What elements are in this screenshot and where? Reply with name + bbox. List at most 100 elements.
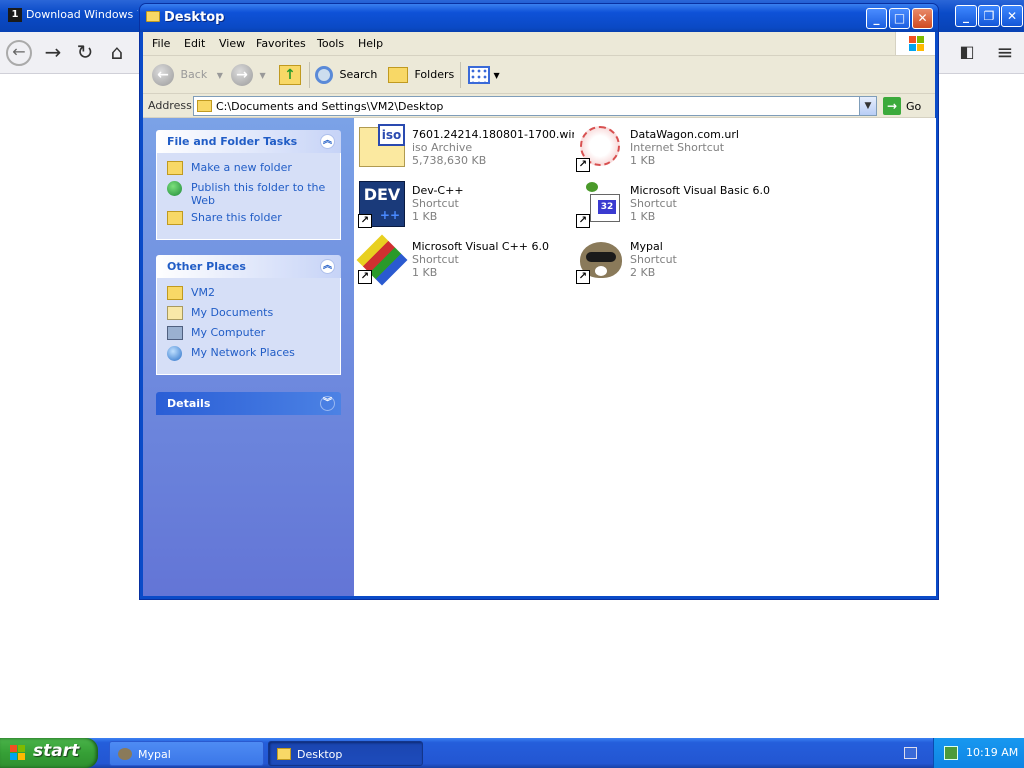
mypal-icon <box>118 748 132 760</box>
file-type: Internet Shortcut <box>630 141 725 154</box>
network-places-icon <box>167 346 182 361</box>
menu-tools[interactable]: Tools <box>317 37 344 50</box>
explorer-titlebar[interactable]: Desktop _ □ ✕ <box>140 4 938 32</box>
file-name: 7601.24214.180801-1700.win... <box>412 128 574 141</box>
menu-file[interactable]: File <box>152 37 170 50</box>
share-folder-icon <box>167 211 183 225</box>
browser-back-button[interactable]: ← <box>6 40 32 66</box>
close-button[interactable]: ✕ <box>912 8 933 29</box>
my-computer-icon <box>167 326 183 340</box>
place-my-computer[interactable]: My Computer <box>167 326 340 346</box>
back-label: Back <box>180 68 208 81</box>
file-size: 2 KB <box>630 266 656 279</box>
file-type: Shortcut <box>630 253 677 266</box>
place-my-network-places[interactable]: My Network Places <box>167 346 340 366</box>
task-share-folder[interactable]: Share this folder <box>167 211 340 231</box>
globe-icon <box>167 181 182 196</box>
details-header[interactable]: Details ︾ <box>156 392 341 415</box>
browser-minimize-button[interactable]: _ <box>955 5 977 27</box>
new-folder-icon <box>167 161 183 175</box>
browser-restore-button[interactable]: ❐ <box>978 5 1000 27</box>
browser-reload-button[interactable]: ↻ <box>72 40 98 66</box>
back-arrow-icon: ← <box>152 64 174 86</box>
taskbar: start Mypal Desktop 10:19 AM <box>0 738 1024 768</box>
file-type: Shortcut <box>630 197 677 210</box>
task-label: Publish this folder to the Web <box>191 181 326 207</box>
expand-chevron-icon[interactable]: ︾ <box>320 396 335 411</box>
minimize-button[interactable]: _ <box>866 8 887 29</box>
address-value: C:\Documents and Settings\VM2\Desktop <box>216 100 444 113</box>
clock[interactable]: 10:19 AM <box>966 746 1018 759</box>
maximize-button[interactable]: □ <box>889 8 910 29</box>
menu-view[interactable]: View <box>219 37 245 50</box>
file-size: 1 KB <box>412 266 438 279</box>
browser-home-button[interactable]: ⌂ <box>104 40 130 66</box>
browser-forward-button[interactable]: → <box>40 40 66 66</box>
back-dropdown-icon[interactable]: ▼ <box>217 71 223 80</box>
browser-tab-title[interactable]: 1 Download Windows 7 T <box>8 8 138 22</box>
menu-bar: File Edit View Favorites Tools Help <box>143 32 935 56</box>
browser-close-button[interactable]: ✕ <box>1001 5 1023 27</box>
folders-button[interactable]: Folders <box>388 63 454 87</box>
go-button[interactable]: → Go <box>883 97 933 115</box>
menu-help[interactable]: Help <box>358 37 383 50</box>
browser-menu-icon[interactable]: ≡ <box>992 40 1018 66</box>
file-item[interactable]: ↗ Microsoft Visual C++ 6.0 Shortcut 1 KB <box>356 234 574 286</box>
views-button[interactable]: ▼ <box>468 63 500 87</box>
place-label: My Documents <box>191 306 274 319</box>
visual-cpp-icon: ↗ <box>356 234 408 286</box>
file-item[interactable]: ↗ Mypal Shortcut 2 KB <box>576 236 792 284</box>
folder-icon <box>167 286 183 300</box>
folder-icon <box>146 11 160 22</box>
sidebar-toggle-icon[interactable]: ◧ <box>954 40 980 66</box>
windows-flag-icon <box>10 745 26 761</box>
mypal-icon: ↗ <box>576 236 624 284</box>
file-name: DataWagon.com.url <box>630 128 739 141</box>
file-folder-tasks-header[interactable]: File and Folder Tasks ︽ <box>156 130 341 153</box>
file-size: 1 KB <box>630 210 656 223</box>
site-favicon-icon: 1 <box>8 8 22 22</box>
taskbar-item-label: Desktop <box>297 748 343 761</box>
task-publish-folder[interactable]: Publish this folder to the Web <box>167 181 340 207</box>
address-dropdown-icon[interactable]: ▼ <box>859 97 876 115</box>
place-vm2[interactable]: VM2 <box>167 286 340 306</box>
start-button[interactable]: start <box>0 738 98 768</box>
forward-button[interactable]: → ▼ <box>231 63 266 87</box>
iso-archive-icon: iso <box>358 124 406 172</box>
address-input[interactable]: C:\Documents and Settings\VM2\Desktop ▼ <box>193 96 877 116</box>
task-make-new-folder[interactable]: Make a new folder <box>167 161 340 181</box>
taskbar-item-desktop[interactable]: Desktop <box>268 741 423 766</box>
shortcut-arrow-icon: ↗ <box>576 270 590 284</box>
windows-logo-icon <box>895 32 935 55</box>
task-label: Make a new folder <box>191 161 292 174</box>
file-folder-tasks-panel: File and Folder Tasks ︽ Make a new folde… <box>156 130 341 240</box>
address-label: Address <box>148 99 192 112</box>
collapse-chevron-icon[interactable]: ︽ <box>320 134 335 149</box>
search-button[interactable]: Search <box>315 63 377 87</box>
back-button[interactable]: ← Back ▼ <box>152 63 223 87</box>
menu-favorites[interactable]: Favorites <box>256 37 306 50</box>
start-label: start <box>33 741 80 761</box>
tray-app-icon[interactable] <box>944 746 958 760</box>
file-item[interactable]: iso 7601.24214.180801-1700.win... iso Ar… <box>358 124 574 172</box>
file-item[interactable]: DEV ++ ↗ Dev-C++ Shortcut 1 KB <box>358 180 574 228</box>
dev-cpp-icon: DEV ++ ↗ <box>358 180 406 228</box>
place-label: VM2 <box>191 286 216 299</box>
explorer-window: Desktop _ □ ✕ File Edit View Favorites T… <box>139 3 939 600</box>
file-item[interactable]: 32 ↗ Microsoft Visual Basic 6.0 Shortcut… <box>576 180 792 228</box>
menu-edit[interactable]: Edit <box>184 37 205 50</box>
file-item[interactable]: ↗ DataWagon.com.url Internet Shortcut 1 … <box>576 124 792 172</box>
address-bar: Address C:\Documents and Settings\VM2\De… <box>143 94 935 118</box>
place-my-documents[interactable]: My Documents <box>167 306 340 326</box>
taskbar-item-mypal[interactable]: Mypal <box>109 741 264 766</box>
forward-dropdown-icon[interactable]: ▼ <box>260 71 266 80</box>
folder-icon <box>197 100 212 112</box>
collapse-chevron-icon[interactable]: ︽ <box>320 259 335 274</box>
file-name: Mypal <box>630 240 663 253</box>
toolbar-separator <box>309 62 310 88</box>
keyboard-icon[interactable] <box>904 747 917 759</box>
system-tray: 10:19 AM <box>933 738 1024 768</box>
up-folder-button[interactable]: ↑ <box>279 63 301 87</box>
other-places-header[interactable]: Other Places ︽ <box>156 255 341 278</box>
toolbar: ← Back ▼ → ▼ ↑ Search Folders ▼ <box>143 56 935 94</box>
